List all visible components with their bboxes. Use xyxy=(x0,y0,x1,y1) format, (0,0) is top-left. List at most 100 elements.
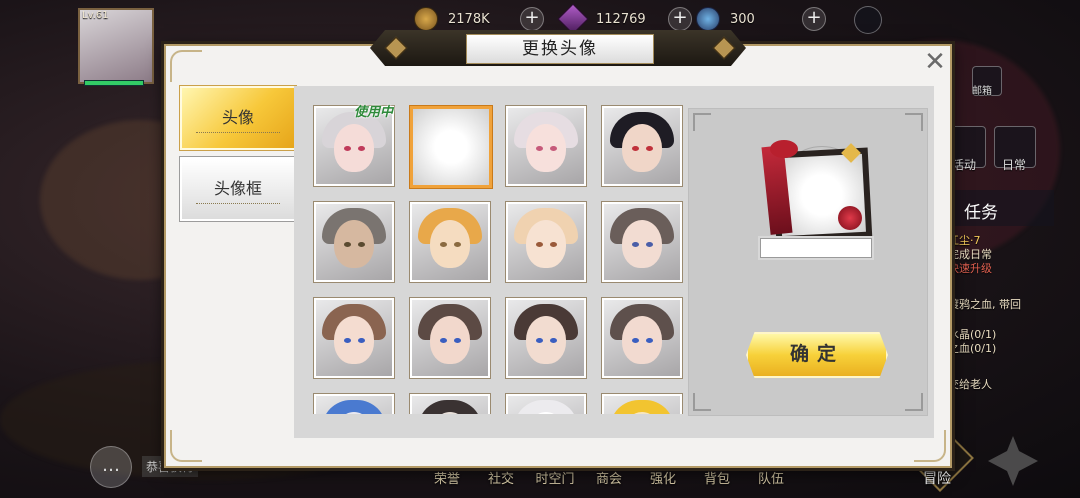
notice-button[interactable] xyxy=(854,6,882,34)
avatar-cell[interactable] xyxy=(410,202,490,282)
nav-enhance[interactable]: 强化 xyxy=(636,468,690,487)
bottom-nav: 荣誉 社交 时空门 商会 强化 背包 队伍 xyxy=(420,468,798,487)
close-icon: ✕ xyxy=(924,47,946,77)
player-level: Lv.61 xyxy=(82,10,109,21)
add-gold-button[interactable]: + xyxy=(520,7,544,31)
chat-icon[interactable]: … xyxy=(90,446,132,488)
avatar-portrait-eye xyxy=(646,242,653,247)
avatar-cell[interactable] xyxy=(314,298,394,378)
frame-rose-icon xyxy=(838,206,862,230)
avatar-portrait-eye xyxy=(646,146,653,151)
dialog-title: 更换头像 xyxy=(466,34,654,64)
avatar-portrait-eye xyxy=(550,338,557,343)
avatar-portrait-eye xyxy=(440,242,447,247)
avatar-portrait-face xyxy=(334,316,374,364)
daily-label: 日常 xyxy=(1002,158,1027,172)
avatar-cell[interactable] xyxy=(410,106,492,188)
tab-underline xyxy=(196,132,280,133)
adventure-label: 冒险 xyxy=(923,471,951,487)
close-button[interactable]: ✕ xyxy=(920,48,950,78)
avatar-portrait-face xyxy=(430,220,470,268)
avatar-portrait-eye xyxy=(344,242,351,247)
energy-orb-icon xyxy=(696,7,720,31)
tab-avatar-label: 头像 xyxy=(221,108,254,127)
nav-honor[interactable]: 荣誉 xyxy=(420,468,474,487)
avatar-cell[interactable] xyxy=(506,202,586,282)
avatar-cell[interactable] xyxy=(506,298,586,378)
avatar-portrait-eye xyxy=(344,146,351,151)
avatar-cell[interactable] xyxy=(602,202,682,282)
task-title: 任务 xyxy=(964,203,998,223)
quest-line-7: 交给老人 xyxy=(948,378,992,391)
gem-value: 112769 xyxy=(596,11,646,27)
avatar-cell[interactable] xyxy=(410,394,490,414)
avatar-portrait-face xyxy=(430,316,470,364)
nav-bag[interactable]: 背包 xyxy=(690,468,744,487)
preview-corner xyxy=(905,393,923,411)
preview-corner xyxy=(905,113,923,131)
tab-avatar-frame-label: 头像框 xyxy=(213,179,262,198)
avatar-portrait-face xyxy=(622,124,662,172)
avatar-cell[interactable] xyxy=(314,394,394,414)
avatar-portrait-eye xyxy=(550,242,557,247)
avatar-portrait-face xyxy=(526,124,566,172)
nav-social[interactable]: 社交 xyxy=(474,468,528,487)
nav-portal[interactable]: 时空门 xyxy=(528,468,582,487)
mail-label: 邮箱 xyxy=(972,86,992,97)
avatar-portrait-eye xyxy=(344,338,351,343)
nav-guild[interactable]: 商会 xyxy=(582,468,636,487)
preview-corner xyxy=(693,393,711,411)
avatar-portrait-face xyxy=(622,220,662,268)
quest-line-4: 渡鸦之血, 带回 xyxy=(948,298,1021,311)
avatar-portrait-face xyxy=(622,316,662,364)
preview-name-plate xyxy=(760,238,872,258)
avatar-portrait-eye xyxy=(550,146,557,151)
corner-ornament xyxy=(170,430,202,462)
avatar-grid[interactable] xyxy=(300,96,688,414)
avatar-portrait-eye xyxy=(358,146,365,151)
gold-counter: 2178K + xyxy=(414,6,544,32)
avatar-cell[interactable] xyxy=(602,106,682,186)
preview-corner xyxy=(693,113,711,131)
avatar-portrait-face xyxy=(526,220,566,268)
avatar-cell[interactable] xyxy=(602,298,682,378)
tab-avatar[interactable]: 头像 xyxy=(180,86,296,150)
event-label: 活动 xyxy=(952,158,977,172)
avatar-portrait-face xyxy=(334,220,374,268)
energy-value: 300 xyxy=(730,11,755,27)
avatar-cell[interactable] xyxy=(602,394,682,414)
in-use-badge: 使用中 xyxy=(354,105,394,120)
avatar-portrait-face xyxy=(334,124,374,172)
avatar-portrait-eye xyxy=(454,338,461,343)
avatar-portrait-eye xyxy=(536,242,543,247)
task-panel-header[interactable]: 任务 xyxy=(944,190,1054,226)
add-energy-button[interactable]: + xyxy=(802,7,826,31)
confirm-button[interactable]: 确定 xyxy=(746,332,888,378)
avatar-cell[interactable] xyxy=(410,298,490,378)
avatar-portrait-eye xyxy=(358,242,365,247)
avatar-portrait-face xyxy=(526,316,566,364)
frame-bow-icon xyxy=(770,140,798,158)
avatar-portrait-eye xyxy=(632,242,639,247)
gold-value: 2178K xyxy=(448,11,490,27)
gold-coin-icon xyxy=(414,7,438,31)
player-exp-bar xyxy=(84,80,144,86)
gem-icon xyxy=(557,3,589,35)
quest-line-3: 快速升级 xyxy=(948,262,992,275)
tab-avatar-frame[interactable]: 头像框 xyxy=(180,157,296,221)
nav-team[interactable]: 队伍 xyxy=(744,468,798,487)
tab-underline xyxy=(196,203,280,204)
avatar-portrait-eye xyxy=(646,338,653,343)
avatar-cell[interactable] xyxy=(506,106,586,186)
avatar-portrait-eye xyxy=(536,338,543,343)
quest-line-6: 之血(0/1) xyxy=(948,342,997,355)
avatar-portrait-eye xyxy=(536,146,543,151)
avatar-portrait-eye xyxy=(632,338,639,343)
avatar-portrait-eye xyxy=(632,146,639,151)
corner-ornament xyxy=(170,50,202,82)
avatar-portrait-eye xyxy=(454,242,461,247)
add-gem-button[interactable]: + xyxy=(668,7,692,31)
avatar-cell[interactable] xyxy=(314,202,394,282)
avatar-cell[interactable] xyxy=(506,394,586,414)
gem-counter: 112769 + xyxy=(557,3,692,35)
